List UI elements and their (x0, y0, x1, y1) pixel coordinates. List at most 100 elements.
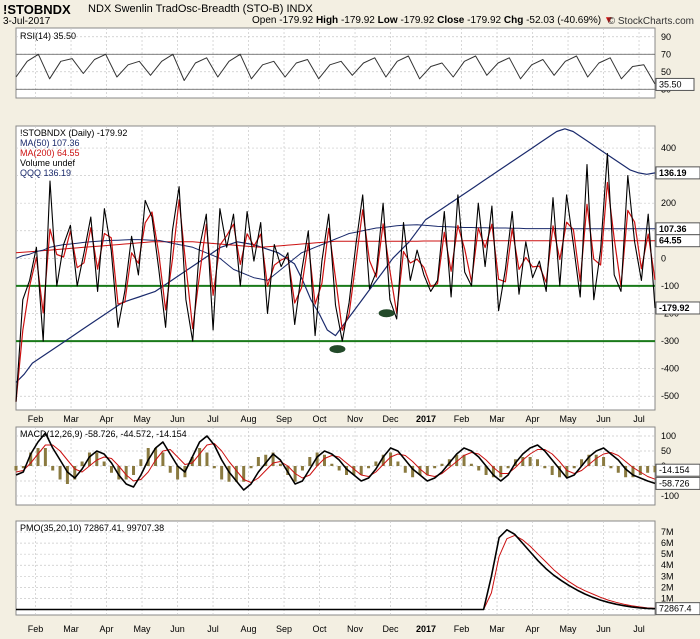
x-month-label: May (134, 624, 152, 634)
main-legend-item: !STOBNDX (Daily) -179.92 (20, 128, 127, 138)
y-tick-label: 200 (661, 198, 676, 208)
y-tick-label: -500 (661, 391, 679, 401)
x-month-label: Jul (633, 624, 645, 634)
macd-histogram-bar (278, 463, 282, 466)
x-month-label: Jun (170, 414, 185, 424)
chart-svg: 90705030RSI(14) 35.5035.504003002001000-… (14, 27, 700, 634)
macd-histogram-bar (616, 466, 620, 473)
macd-histogram-bar (638, 466, 642, 475)
x-month-label: Mar (489, 624, 505, 634)
macd-histogram-bar (499, 466, 503, 478)
x-month-label: Jul (633, 414, 645, 424)
y-tick-label: 5M (661, 549, 674, 559)
main-last-label: 64.55 (659, 236, 682, 246)
x-month-label: Dec (383, 414, 400, 424)
macd-histogram-bar (433, 466, 437, 469)
macd-histogram-bar (543, 466, 547, 469)
x-month-label: Nov (347, 624, 364, 634)
macd-histogram-bar (256, 457, 260, 466)
y-tick-label: 3M (661, 571, 674, 581)
x-month-label: Apr (100, 414, 114, 424)
macd-legend: MACD(12,26,9) -58.726, -44.572, -14.154 (20, 429, 187, 439)
y-tick-label: 7M (661, 527, 674, 537)
macd-histogram-bar (469, 463, 473, 466)
x-month-label: May (560, 414, 578, 424)
x-month-label: May (560, 624, 578, 634)
macd-histogram-bar (58, 466, 62, 480)
macd-histogram-bar (65, 466, 69, 484)
pmo-last-label: 72867.4 (659, 604, 692, 614)
main-legend-item: QQQ 136.19 (20, 168, 71, 178)
macd-histogram-bar (51, 466, 55, 471)
y-tick-label: 100 (661, 431, 676, 441)
y-tick-label: -300 (661, 336, 679, 346)
macd-histogram-bar (330, 463, 334, 466)
x-month-label: Mar (489, 414, 505, 424)
x-month-label: May (134, 414, 152, 424)
macd-histogram-bar (109, 466, 113, 473)
main-last-label: -179.92 (659, 303, 690, 313)
rsi-legend: RSI(14) 35.50 (20, 31, 76, 41)
x-month-label: Apr (526, 414, 540, 424)
main-legend-item: Volume undef (20, 158, 76, 168)
x-month-label: Oct (313, 624, 328, 634)
macd-histogram-bar (550, 466, 554, 475)
macd-histogram-bar (212, 466, 216, 469)
bottom-marker-ellipse (378, 309, 395, 318)
rsi-last-label: 35.50 (659, 79, 682, 89)
macd-histogram-bar (367, 466, 371, 469)
x-month-label: Feb (454, 414, 470, 424)
macd-histogram-bar (14, 466, 18, 471)
x-month-label: Oct (313, 414, 328, 424)
macd-histogram-bar (205, 452, 209, 466)
y-tick-label: -100 (661, 491, 679, 501)
main-last-label: 107.36 (659, 224, 687, 234)
x-month-label: Jun (170, 624, 185, 634)
x-month-label: Jun (596, 414, 611, 424)
x-month-label: Aug (241, 414, 257, 424)
macd-histogram-bar (43, 448, 47, 466)
macd-histogram-bar (389, 452, 393, 466)
y-tick-label: 70 (661, 49, 671, 59)
y-tick-label: 50 (661, 446, 671, 456)
x-month-label: Feb (454, 624, 470, 634)
macd-histogram-bar (594, 454, 598, 466)
macd-histogram-bar (477, 466, 481, 471)
macd-histogram-bar (396, 461, 400, 466)
x-month-label: Feb (28, 414, 44, 424)
x-month-label: Dec (383, 624, 400, 634)
macd-histogram-bar (572, 466, 576, 469)
macd-histogram-bar (337, 466, 341, 471)
macd-histogram-bar (374, 461, 378, 466)
x-month-label: Apr (526, 624, 540, 634)
y-tick-label: -400 (661, 364, 679, 374)
x-month-label: 2017 (416, 624, 436, 634)
macd-histogram-bar (528, 457, 532, 466)
macd-histogram-bar (198, 448, 202, 466)
macd-histogram-bar (36, 448, 40, 466)
panel-pmo (15, 520, 656, 616)
macd-histogram-bar (440, 463, 444, 466)
macd-histogram-bar (176, 466, 180, 480)
macd-histogram-bar (535, 459, 539, 466)
main-legend-item: MA(200) 64.55 (20, 148, 80, 158)
macd-histogram-bar (602, 457, 606, 466)
y-tick-label: 6M (661, 538, 674, 548)
macd-histogram-bar (300, 466, 304, 471)
macd-histogram-bar (646, 466, 650, 473)
macd-histogram-bar (322, 454, 326, 466)
macd-histogram-bar (403, 466, 407, 473)
macd-last-label: -58.726 (659, 478, 690, 488)
main-legend-item: MA(50) 107.36 (20, 138, 80, 148)
x-month-label: Mar (63, 414, 79, 424)
y-tick-label: 0 (661, 253, 666, 263)
macd-histogram-bar (132, 466, 136, 475)
bottom-marker-ellipse (329, 345, 346, 354)
macd-last-label: -14.154 (659, 465, 690, 475)
x-month-label: Jun (596, 624, 611, 634)
y-tick-label: 2M (661, 582, 674, 592)
macd-histogram-bar (249, 466, 253, 469)
y-tick-label: 50 (661, 67, 671, 77)
x-month-label: 2017 (416, 414, 436, 424)
macd-histogram-bar (124, 466, 128, 480)
